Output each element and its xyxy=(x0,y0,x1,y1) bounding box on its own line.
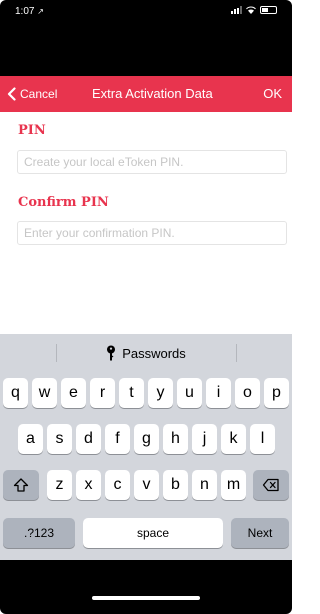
numbers-key[interactable]: .?123 xyxy=(3,518,75,548)
key-e[interactable]: e xyxy=(61,378,86,408)
confirm-pin-label: Confirm PIN xyxy=(18,195,109,210)
cancel-button[interactable]: Cancel xyxy=(6,76,57,112)
key-z[interactable]: z xyxy=(47,470,72,500)
shift-arrow-icon xyxy=(13,478,29,492)
next-key[interactable]: Next xyxy=(231,518,289,548)
key-g[interactable]: g xyxy=(134,424,159,454)
key-c[interactable]: c xyxy=(105,470,130,500)
key-h[interactable]: h xyxy=(163,424,188,454)
key-t[interactable]: t xyxy=(119,378,144,408)
location-arrow-icon: ↗ xyxy=(37,7,44,16)
key-icon xyxy=(107,345,116,361)
key-d[interactable]: d xyxy=(76,424,101,454)
ok-button[interactable]: OK xyxy=(263,76,282,112)
key-o[interactable]: o xyxy=(235,378,260,408)
key-r[interactable]: r xyxy=(90,378,115,408)
confirm-pin-input[interactable] xyxy=(17,221,287,245)
key-i[interactable]: i xyxy=(206,378,231,408)
key-m[interactable]: m xyxy=(221,470,246,500)
key-u[interactable]: u xyxy=(177,378,202,408)
backspace-icon xyxy=(262,478,279,492)
key-k[interactable]: k xyxy=(221,424,246,454)
chevron-left-icon xyxy=(7,87,16,101)
cancel-label: Cancel xyxy=(20,87,58,101)
cellular-signal-icon xyxy=(231,6,242,14)
nav-bar: Cancel Extra Activation Data OK xyxy=(0,76,292,112)
keyboard: Passwords q w e r t y u i o p a s d f g … xyxy=(0,334,292,560)
suggestion-divider xyxy=(56,344,57,362)
key-b[interactable]: b xyxy=(163,470,188,500)
status-icons xyxy=(231,6,277,14)
key-v[interactable]: v xyxy=(134,470,159,500)
shift-key[interactable] xyxy=(3,470,39,500)
suggestion-bar: Passwords xyxy=(0,334,292,372)
status-bar: 1:07 ↗ xyxy=(0,0,292,76)
key-y[interactable]: y xyxy=(148,378,173,408)
key-s[interactable]: s xyxy=(47,424,72,454)
key-x[interactable]: x xyxy=(76,470,101,500)
key-n[interactable]: n xyxy=(192,470,217,500)
pin-label: PIN xyxy=(18,123,46,138)
pin-input[interactable] xyxy=(17,150,287,174)
passwords-label: Passwords xyxy=(122,345,186,361)
activation-form: PIN Confirm PIN xyxy=(0,112,292,334)
clock: 1:07 xyxy=(15,6,35,17)
phone-screen: 1:07 ↗ Cancel Extra Activation Data OK P… xyxy=(0,0,292,614)
key-j[interactable]: j xyxy=(192,424,217,454)
key-q[interactable]: q xyxy=(3,378,28,408)
home-indicator[interactable] xyxy=(92,596,200,600)
key-w[interactable]: w xyxy=(32,378,57,408)
status-time: 1:07 ↗ xyxy=(15,6,44,17)
space-key[interactable]: space xyxy=(83,518,223,548)
key-l[interactable]: l xyxy=(250,424,275,454)
suggestion-divider xyxy=(236,344,237,362)
home-area xyxy=(0,560,292,614)
page-title: Extra Activation Data xyxy=(92,86,213,101)
battery-icon xyxy=(260,6,277,14)
key-p[interactable]: p xyxy=(264,378,289,408)
key-f[interactable]: f xyxy=(105,424,130,454)
wifi-icon xyxy=(246,6,256,14)
delete-key[interactable] xyxy=(253,470,289,500)
passwords-suggestion[interactable]: Passwords xyxy=(106,345,186,361)
key-a[interactable]: a xyxy=(18,424,43,454)
